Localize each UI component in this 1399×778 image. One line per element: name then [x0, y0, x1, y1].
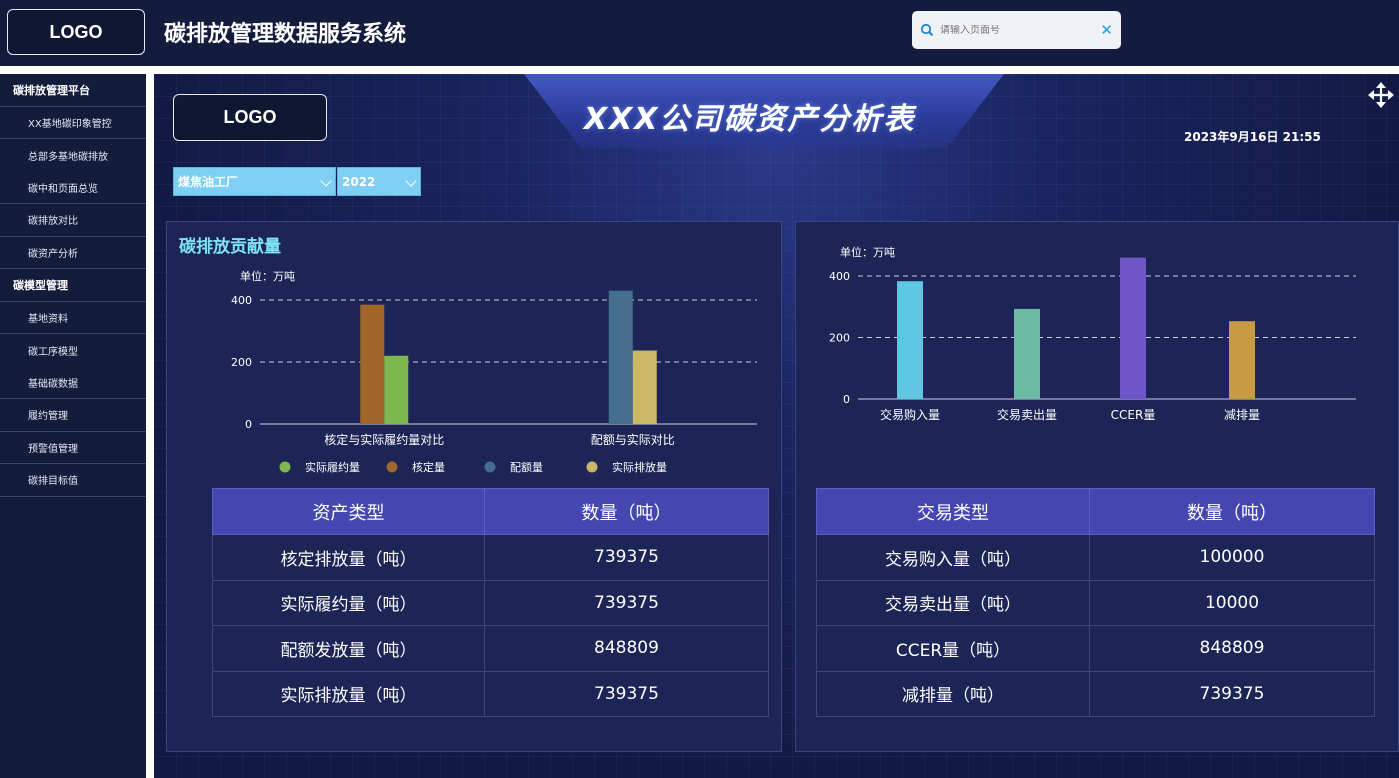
bar	[1014, 308, 1040, 399]
table-row: 实际履约量（吨） 739375	[212, 579, 769, 626]
table-cell: CCER量（吨）	[816, 625, 1090, 672]
y-tick-label: 200	[231, 356, 252, 369]
trade-bar-chart: 0 200 400 交易购入量 交易卖出量 CCER量 减排量	[829, 257, 1356, 422]
page-title: XXX公司碳资产分析表	[584, 102, 916, 137]
sidebar-item-compliance[interactable]: 履约管理	[0, 399, 146, 432]
bar	[632, 350, 657, 424]
table-row: 配额发放量（吨） 848809	[212, 625, 769, 672]
table-cell: 848809	[1089, 625, 1375, 672]
table-cell: 100000	[1089, 534, 1375, 581]
chevron-down-icon	[320, 175, 332, 187]
chevron-down-icon	[405, 175, 417, 187]
table-cell: 交易卖出量（吨）	[816, 579, 1090, 626]
legend-swatch	[279, 461, 291, 473]
table-row: 实际排放量（吨） 739375	[212, 670, 769, 717]
factory-select-value: 煤焦油工厂	[178, 175, 239, 189]
separator-vertical	[146, 74, 154, 778]
move-icon[interactable]	[1368, 82, 1394, 108]
table-row: 减排量（吨） 739375	[816, 670, 1375, 717]
bar	[384, 355, 409, 424]
emission-bar-chart: 0 200 400 核定与实际履约量对比 配额与实际对比实际履约量 核定量 配额量 实际排放量	[231, 290, 757, 474]
sidebar-group-model-management[interactable]: 碳模型管理	[0, 269, 146, 302]
table-row: 交易卖出量（吨） 10000	[816, 579, 1375, 626]
separator-horizontal	[0, 66, 1399, 74]
table-cell: 交易购入量（吨）	[816, 534, 1090, 581]
sidebar-item-asset-analysis[interactable]: 碳资产分析	[0, 237, 146, 269]
year-select[interactable]: 2022	[337, 167, 421, 196]
table-cell: 739375	[1089, 670, 1375, 717]
sidebar-item-warning-value[interactable]: 预警值管理	[0, 432, 146, 464]
table-cell: 核定排放量（吨）	[212, 534, 485, 581]
x-tick-label: 核定与实际履约量对比	[324, 432, 444, 447]
table-cell: 配额发放量（吨）	[212, 625, 485, 672]
legend-swatch	[586, 461, 598, 473]
trade-panel: 单位：万吨 0 200 400 交易购入量 交易卖出量 CCER量 减排量 交易类型 数量（…	[795, 221, 1399, 752]
x-tick-label: CCER量	[1111, 408, 1156, 422]
y-tick-label: 400	[829, 270, 850, 283]
year-select-value: 2022	[342, 174, 376, 189]
page-search-box[interactable]: ✕	[912, 11, 1121, 49]
sidebar-item-basic-data[interactable]: 基础碳数据	[0, 367, 146, 399]
x-tick-label: 交易购入量	[880, 407, 940, 422]
bar	[360, 304, 385, 424]
trade-table: 交易类型 数量（吨） 交易购入量（吨） 100000 交易卖出量（吨） 10000 …	[816, 488, 1375, 717]
table-header-row: 资产类型 数量（吨）	[212, 488, 769, 535]
factory-select[interactable]: 煤焦油工厂	[173, 167, 336, 196]
y-tick-label: 400	[231, 294, 252, 307]
table-cell: 减排量（吨）	[816, 670, 1090, 717]
bar	[1120, 257, 1146, 399]
main-content: LOGO XXX公司碳资产分析表 2023年9月16日 21:55 煤焦油工厂 …	[154, 74, 1399, 778]
top-bar: LOGO 碳排放管理数据服务系统 ✕	[0, 0, 1399, 66]
table-cell: 实际履约量（吨）	[212, 579, 485, 626]
table-cell: 848809	[484, 625, 769, 672]
table-cell: 739375	[484, 579, 769, 626]
x-tick-label: 交易卖出量	[997, 407, 1057, 422]
legend-label: 实际排放量	[612, 460, 667, 474]
legend-label: 实际履约量	[305, 460, 360, 474]
table-header-row: 交易类型 数量（吨）	[816, 488, 1375, 535]
y-tick-label: 0	[843, 393, 850, 406]
sidebar-item-emission-compare[interactable]: 碳排放对比	[0, 204, 146, 237]
legend-swatch	[386, 461, 398, 473]
legend-label: 核定量	[412, 460, 445, 474]
table-row: 核定排放量（吨） 739375	[212, 534, 769, 581]
table-header: 交易类型	[816, 488, 1090, 535]
y-tick-label: 200	[829, 332, 850, 345]
asset-table: 资产类型 数量（吨） 核定排放量（吨） 739375 实际履约量（吨） 739375…	[212, 488, 769, 717]
sidebar-group-carbon-platform[interactable]: 碳排放管理平台	[0, 74, 146, 107]
datetime: 2023年9月16日 21:55	[1184, 130, 1321, 144]
x-tick-label: 减排量	[1224, 408, 1260, 422]
app-title: 碳排放管理数据服务系统	[164, 22, 407, 47]
table-header: 数量（吨）	[484, 488, 769, 535]
sidebar-item-base-control[interactable]: XX基地碳印象管控	[0, 107, 146, 139]
search-icon	[920, 23, 934, 37]
legend-label: 配额量	[510, 461, 543, 474]
table-cell: 739375	[484, 670, 769, 717]
table-row: CCER量（吨） 848809	[816, 625, 1375, 672]
emission-contribution-panel: 碳排放贡献量 单位：万吨 0 200 400 核定与实际履约量对比 配额与实际对比 实际履…	[166, 221, 782, 752]
bar	[897, 281, 923, 399]
bar	[1229, 321, 1255, 399]
x-tick-label: 配额与实际对比	[591, 432, 675, 447]
table-header: 资产类型	[212, 488, 485, 535]
main-logo[interactable]: LOGO	[173, 94, 327, 141]
header-logo[interactable]: LOGO	[7, 9, 145, 55]
sidebar-item-hq-multibase[interactable]: 总部多基地碳排放	[0, 139, 146, 172]
table-cell: 10000	[1089, 579, 1375, 626]
sidebar: 碳排放管理平台 XX基地碳印象管控 总部多基地碳排放 碳中和页面总览 碳排放对比…	[0, 74, 146, 778]
table-header: 数量（吨）	[1089, 488, 1375, 535]
table-row: 交易购入量（吨） 100000	[816, 534, 1375, 581]
legend-swatch	[484, 461, 496, 473]
sidebar-item-target-value[interactable]: 碳排目标值	[0, 464, 146, 497]
table-cell: 实际排放量（吨）	[212, 670, 485, 717]
sidebar-item-base-info[interactable]: 基地资料	[0, 302, 146, 334]
sidebar-item-neutral-overview[interactable]: 碳中和页面总览	[0, 172, 146, 204]
bar	[608, 290, 633, 424]
page-search-input[interactable]	[940, 24, 1101, 36]
sidebar-item-process-model[interactable]: 碳工序模型	[0, 334, 146, 367]
clear-icon[interactable]: ✕	[1100, 21, 1113, 39]
y-tick-label: 0	[245, 418, 252, 431]
table-cell: 739375	[484, 534, 769, 581]
